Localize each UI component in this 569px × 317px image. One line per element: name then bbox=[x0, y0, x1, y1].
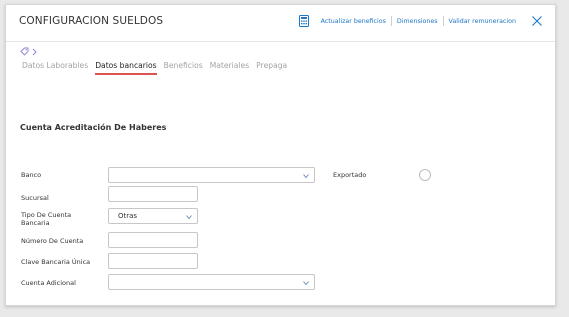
tab-prepaga[interactable]: Prepaga bbox=[256, 61, 287, 75]
tab-datos-bancarios[interactable]: Datos bancarios bbox=[95, 61, 157, 75]
exportado-label: Exportado bbox=[333, 171, 367, 179]
actualizar-beneficios-link[interactable]: Actualizar beneficios bbox=[316, 18, 391, 25]
clave-input[interactable] bbox=[108, 253, 198, 269]
tag-icon bbox=[20, 47, 29, 56]
validar-remuneracion-link[interactable]: Validar remuneracion bbox=[444, 18, 521, 25]
dimensiones-link[interactable]: Dimensiones bbox=[392, 18, 443, 25]
page-title: CONFIGURACION SUELDOS bbox=[19, 15, 164, 27]
banco-select[interactable] bbox=[108, 167, 315, 183]
clave-label: Clave Bancaria Única bbox=[21, 258, 91, 266]
configuracion-sueldos-panel: CONFIGURACION SUELDOS Actualizar benefic… bbox=[5, 4, 556, 306]
header-toolbar: Actualizar beneficios Dimensiones Valida… bbox=[298, 15, 543, 27]
section-title: Cuenta Acreditación De Haberes bbox=[20, 123, 167, 132]
tab-materiales[interactable]: Materiales bbox=[210, 61, 249, 75]
tipo-cuenta-select[interactable]: Otras bbox=[108, 208, 198, 224]
close-icon[interactable] bbox=[531, 15, 543, 27]
cuenta-adicional-label: Cuenta Adicional bbox=[21, 279, 76, 287]
sucursal-label: Sucursal bbox=[21, 194, 49, 202]
tab-beneficios[interactable]: Beneficios bbox=[164, 61, 203, 75]
tipo-cuenta-value: Otras bbox=[118, 212, 138, 220]
banco-label: Banco bbox=[21, 171, 42, 179]
header-divider bbox=[6, 41, 555, 42]
exportado-radio[interactable] bbox=[419, 169, 431, 181]
tab-datos-laborables[interactable]: Datos Laborables bbox=[22, 61, 88, 75]
cuenta-adicional-select[interactable] bbox=[108, 274, 315, 290]
numero-cuenta-label: Número De Cuenta bbox=[21, 237, 84, 245]
chevron-down-icon bbox=[303, 174, 309, 179]
tipo-cuenta-label: Tipo De Cuenta Bancaria bbox=[21, 211, 72, 227]
chevron-right-icon bbox=[32, 48, 37, 55]
chevron-down-icon bbox=[303, 281, 309, 286]
calculator-icon[interactable] bbox=[298, 15, 310, 27]
sucursal-input[interactable] bbox=[108, 186, 198, 202]
tag-indicator[interactable] bbox=[20, 47, 37, 56]
chevron-down-icon bbox=[186, 215, 192, 220]
tab-bar: Datos Laborables Datos bancarios Benefic… bbox=[22, 61, 294, 75]
numero-cuenta-input[interactable] bbox=[108, 232, 198, 248]
